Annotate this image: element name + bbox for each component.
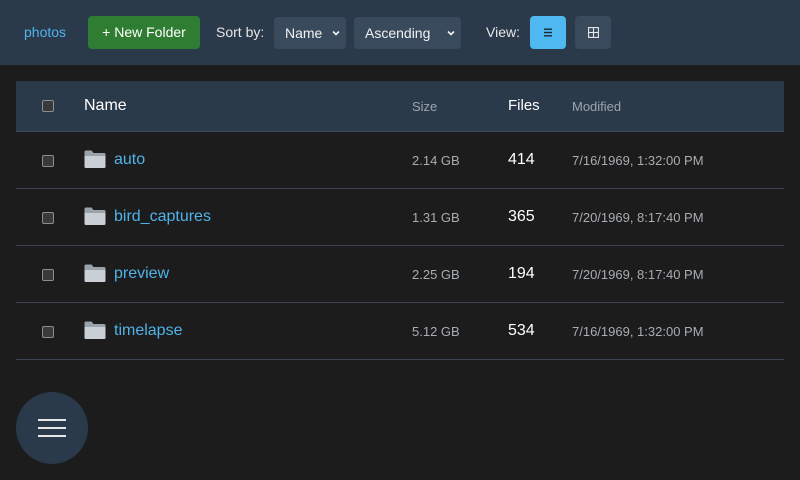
folder-size: 1.31 GB bbox=[412, 210, 460, 225]
folder-file-count: 534 bbox=[508, 322, 535, 339]
folder-file-count: 194 bbox=[508, 265, 535, 282]
column-header-files[interactable]: Files bbox=[508, 97, 540, 114]
folder-icon bbox=[84, 264, 106, 282]
table-row[interactable]: auto 2.14 GB 414 7/16/1969, 1:32:00 PM bbox=[16, 132, 784, 189]
folder-modified-date: 7/20/1969, 8:17:40 PM bbox=[572, 267, 704, 282]
top-toolbar: photos + New Folder Sort by: Name Ascend… bbox=[0, 0, 800, 65]
sort-label: Sort by: bbox=[216, 24, 265, 40]
folder-icon bbox=[84, 150, 106, 168]
grid-view-button[interactable] bbox=[575, 16, 611, 49]
folder-modified-date: 7/16/1969, 1:32:00 PM bbox=[572, 324, 704, 339]
folder-name-link[interactable]: auto bbox=[114, 151, 145, 169]
table-row[interactable]: bird_captures 1.31 GB 365 7/20/1969, 8:1… bbox=[16, 189, 784, 246]
folder-name-link[interactable]: timelapse bbox=[114, 322, 182, 340]
new-folder-button[interactable]: + New Folder bbox=[88, 16, 200, 49]
hamburger-menu-icon bbox=[38, 419, 66, 437]
chevron-down-icon bbox=[447, 30, 455, 36]
sort-order-value: Ascending bbox=[365, 25, 431, 41]
row-checkbox[interactable] bbox=[42, 269, 54, 281]
folder-file-count: 365 bbox=[508, 208, 535, 225]
breadcrumb-photos[interactable]: photos bbox=[24, 24, 66, 40]
column-header-name[interactable]: Name bbox=[84, 97, 127, 115]
folder-icon bbox=[84, 207, 106, 225]
folder-modified-date: 7/20/1969, 8:17:40 PM bbox=[572, 210, 704, 225]
sort-order-select[interactable]: Ascending bbox=[354, 17, 461, 49]
folder-name-link[interactable]: preview bbox=[114, 265, 169, 283]
folder-name-link[interactable]: bird_captures bbox=[114, 208, 211, 226]
table-header: Name Size Files Modified bbox=[16, 81, 784, 132]
folder-icon bbox=[84, 321, 106, 339]
folder-modified-date: 7/16/1969, 1:32:00 PM bbox=[572, 153, 704, 168]
list-view-button[interactable] bbox=[530, 16, 566, 49]
menu-fab-button[interactable] bbox=[16, 392, 88, 464]
view-label: View: bbox=[486, 24, 520, 40]
row-checkbox[interactable] bbox=[42, 155, 54, 167]
sort-field-select[interactable]: Name bbox=[274, 17, 346, 49]
folder-table: Name Size Files Modified auto 2.14 GB 41… bbox=[16, 81, 784, 360]
column-header-size[interactable]: Size bbox=[412, 99, 437, 114]
sort-field-value: Name bbox=[285, 25, 323, 41]
table-row[interactable]: timelapse 5.12 GB 534 7/16/1969, 1:32:00… bbox=[16, 303, 784, 360]
column-header-modified[interactable]: Modified bbox=[572, 99, 621, 114]
folder-size: 2.14 GB bbox=[412, 153, 460, 168]
folder-file-count: 414 bbox=[508, 151, 535, 168]
row-checkbox[interactable] bbox=[42, 212, 54, 224]
select-all-checkbox[interactable] bbox=[42, 100, 54, 112]
table-row[interactable]: preview 2.25 GB 194 7/20/1969, 8:17:40 P… bbox=[16, 246, 784, 303]
row-checkbox[interactable] bbox=[42, 326, 54, 338]
folder-size: 2.25 GB bbox=[412, 267, 460, 282]
folder-size: 5.12 GB bbox=[412, 324, 460, 339]
chevron-down-icon bbox=[332, 30, 340, 36]
list-icon bbox=[544, 28, 552, 37]
grid-icon bbox=[587, 27, 599, 38]
